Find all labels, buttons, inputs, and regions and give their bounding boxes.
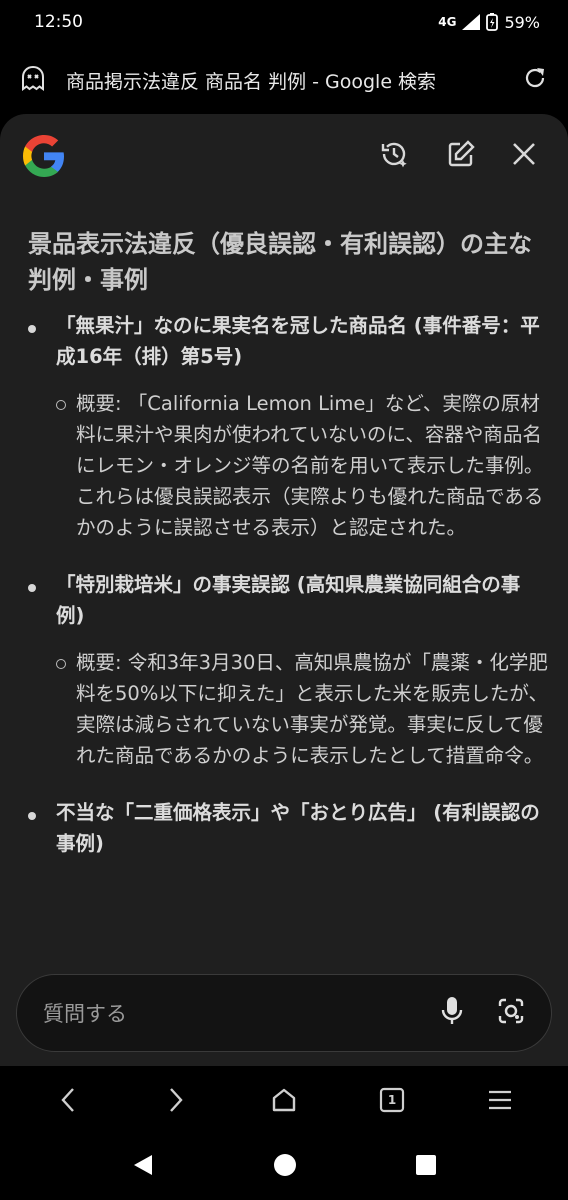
battery-icon (486, 13, 499, 31)
list-item-detail: 概要: 「California Lemon Lime」など、実際の原材料に果汁や… (28, 388, 548, 543)
back-icon[interactable] (48, 1080, 88, 1120)
tabs-icon[interactable]: 1 (372, 1080, 412, 1120)
bullet (28, 812, 36, 820)
tab-count: 1 (387, 1093, 397, 1107)
network-type: 4G (438, 15, 457, 29)
mic-icon[interactable] (441, 996, 463, 1030)
list-item-detail: 概要: 令和3年3月30日、高知県農協が「農薬・化学肥料を50%以下に抑えた」と… (28, 647, 548, 771)
list-item: 「特別栽培米」の事実誤認 (高知県農業協同組合の事例) (28, 569, 548, 631)
status-icons: 4G 59% (438, 13, 540, 32)
answer-content: 景品表示法違反（優良誤認・有利誤認）の主な判例・事例 「無果汁」なのに果実名を冠… (28, 226, 548, 966)
list-item-title: 「無果汁」なのに果実名を冠した商品名 (事件番号：平成16年（排）第5号) (56, 314, 540, 368)
page-title[interactable]: 商品掲示法違反 商品名 判例 - Google 検索 (66, 67, 522, 94)
ask-placeholder[interactable]: 質問する (43, 998, 441, 1028)
edit-icon[interactable] (443, 136, 479, 172)
system-navigation-bar (0, 1134, 568, 1200)
list-item: 「無果汁」なのに果実名を冠した商品名 (事件番号：平成16年（排）第5号) (28, 310, 548, 372)
list-item: 不当な「二重価格表示」や「おとり広告」 (有利誤認の事例) (28, 797, 548, 859)
system-home-icon[interactable] (273, 1153, 297, 1181)
ai-answer-panel: 景品表示法違反（優良誤認・有利誤認）の主な判例・事例 「無果汁」なのに果実名を冠… (0, 114, 568, 1066)
detail-text: 概要: 「California Lemon Lime」など、実際の原材料に果汁や… (76, 392, 544, 539)
system-recents-icon[interactable] (415, 1154, 437, 1180)
detail-text: 概要: 令和3年3月30日、高知県農協が「農薬・化学肥料を50%以下に抑えた」と… (76, 651, 548, 767)
google-logo-icon (23, 135, 64, 177)
browser-title-bar: 商品掲示法違反 商品名 判例 - Google 検索 (0, 44, 568, 116)
bullet (28, 325, 36, 333)
incognito-ghost-icon[interactable] (20, 65, 46, 95)
sub-bullet (56, 400, 66, 410)
list-item-title: 「特別栽培米」の事実誤認 (高知県農業協同組合の事例) (56, 573, 521, 627)
battery-level: 59% (504, 12, 540, 32)
reload-icon[interactable] (522, 65, 548, 95)
status-bar: 12:50 4G 59% (0, 0, 568, 44)
menu-icon[interactable] (480, 1080, 520, 1120)
history-icon[interactable] (376, 136, 412, 172)
list-item-title: 不当な「二重価格表示」や「おとり広告」 (有利誤認の事例) (56, 801, 540, 855)
ask-actions (441, 996, 525, 1030)
panel-header (0, 114, 568, 198)
answer-heading: 景品表示法違反（優良誤認・有利誤認）の主な判例・事例 (28, 230, 532, 294)
home-icon[interactable] (264, 1080, 304, 1120)
close-icon[interactable] (506, 136, 542, 172)
system-back-icon[interactable] (131, 1153, 155, 1181)
status-time: 12:50 (34, 12, 83, 32)
forward-icon[interactable] (156, 1080, 196, 1120)
signal-icon (462, 14, 481, 30)
sub-bullet (56, 659, 66, 669)
browser-toolbar: 1 (0, 1066, 568, 1134)
lens-icon[interactable] (497, 997, 525, 1029)
ask-input[interactable]: 質問する (16, 974, 552, 1052)
bullet (28, 584, 36, 592)
